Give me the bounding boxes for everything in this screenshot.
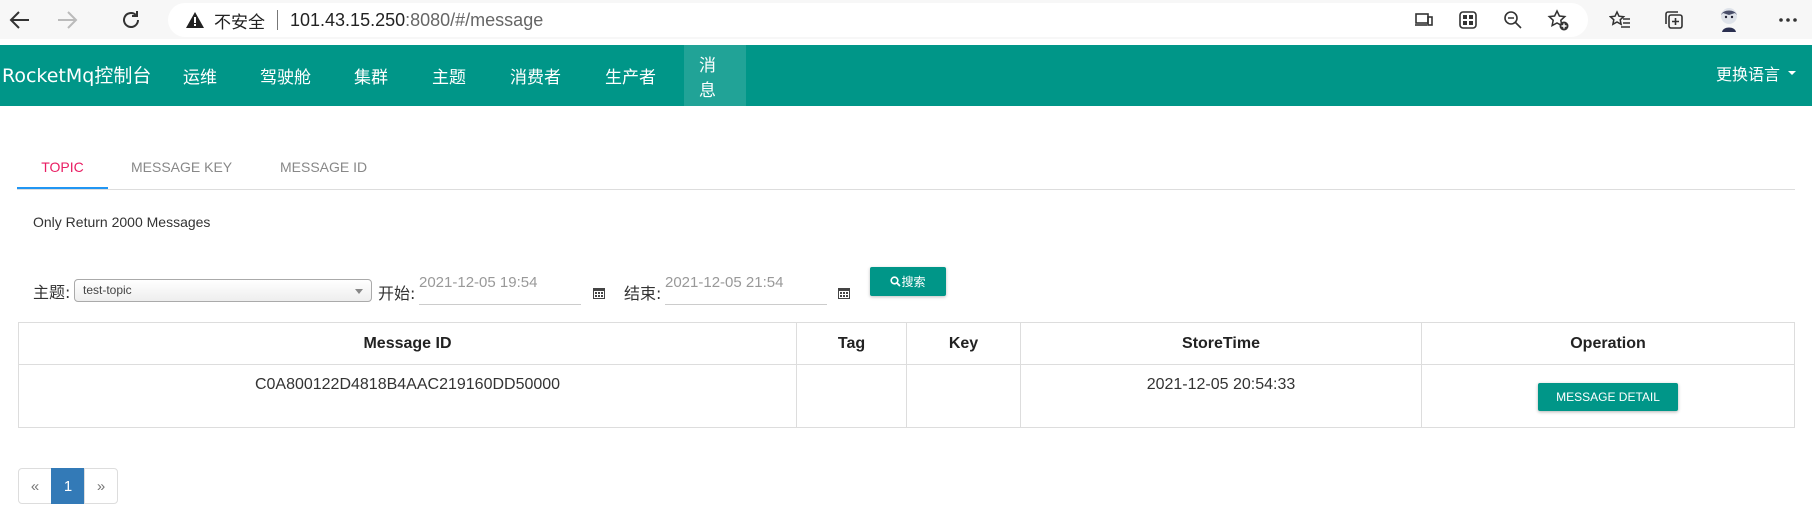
address-bar[interactable]: 不安全 101.43.15.250:8080/#/message	[168, 3, 1588, 37]
table-header-row: Message ID Tag Key StoreTime Operation	[18, 322, 1795, 365]
zoom-out-icon[interactable]	[1497, 4, 1529, 36]
apps-icon[interactable]	[1452, 4, 1484, 36]
topic-select-value: test-topic	[83, 283, 132, 297]
start-time-input[interactable]: 2021-12-05 19:54	[419, 268, 581, 305]
cell-operation: MESSAGE DETAIL	[1421, 364, 1795, 428]
more-menu-icon[interactable]	[1772, 4, 1804, 36]
cell-tag	[796, 364, 907, 428]
prev-page-button[interactable]: «	[18, 468, 52, 504]
address-divider	[277, 10, 278, 30]
browser-toolbar: 不安全 101.43.15.250:8080/#/message	[0, 0, 1812, 39]
url-host[interactable]: 101.43.15.250	[290, 10, 405, 31]
nav-item-cluster[interactable]: 集群	[339, 45, 403, 106]
language-label: 更换语言	[1715, 65, 1780, 84]
nav-item-topic[interactable]: 主题	[417, 45, 481, 106]
caret-down-icon	[1788, 71, 1796, 75]
calendar-icon[interactable]	[592, 286, 606, 300]
tab-topic[interactable]: TOPIC	[17, 146, 108, 189]
cell-message-id: C0A800122D4818B4AAC219160DD50000	[18, 364, 797, 428]
search-button[interactable]: 搜索	[870, 267, 946, 296]
search-form: 主题: test-topic 开始: 2021-12-05 19:54 结束: …	[33, 267, 1033, 308]
device-icon[interactable]	[1408, 4, 1440, 36]
start-label: 开始:	[378, 284, 416, 303]
profile-avatar-icon[interactable]	[1713, 4, 1745, 36]
col-operation: Operation	[1421, 322, 1795, 365]
pagination: « 1 »	[18, 468, 118, 504]
add-favorite-icon[interactable]	[1542, 4, 1574, 36]
nav-item-consumer[interactable]: 消费者	[495, 45, 576, 106]
refresh-icon[interactable]	[115, 4, 147, 36]
nav-item-producer[interactable]: 生产者	[590, 45, 671, 106]
topic-label: 主题:	[33, 283, 71, 302]
warning-icon[interactable]	[184, 9, 206, 31]
favorites-icon[interactable]	[1604, 4, 1636, 36]
table-row: C0A800122D4818B4AAC219160DD50000 2021-12…	[18, 364, 1795, 428]
col-store-time: StoreTime	[1020, 322, 1422, 365]
brand-title[interactable]: RocketMq控制台	[2, 61, 151, 88]
cell-key	[906, 364, 1021, 428]
back-arrow-icon[interactable]	[4, 4, 36, 36]
end-label: 结束:	[624, 284, 662, 303]
message-table: Message ID Tag Key StoreTime Operation C…	[18, 322, 1795, 428]
nav-item-message[interactable]: 消息	[684, 45, 746, 106]
nav-item-dashboard[interactable]: 驾驶舱	[245, 45, 326, 106]
app-navbar: RocketMq控制台 运维 驾驶舱 集群 主题 消费者 生产者 消息 更换语言	[0, 45, 1812, 106]
col-message-id: Message ID	[18, 322, 797, 365]
language-switcher[interactable]: 更换语言	[1716, 61, 1796, 85]
end-time-input[interactable]: 2021-12-05 21:54	[665, 268, 827, 305]
result-limit-notice: Only Return 2000 Messages	[33, 214, 211, 230]
message-detail-button[interactable]: MESSAGE DETAIL	[1538, 383, 1678, 411]
search-icon	[890, 276, 902, 287]
search-mode-tabs: TOPIC MESSAGE KEY MESSAGE ID	[17, 146, 1795, 190]
calendar-icon[interactable]	[837, 286, 851, 300]
search-button-label: 搜索	[901, 275, 926, 289]
nav-item-ops[interactable]: 运维	[168, 45, 232, 106]
cell-store-time: 2021-12-05 20:54:33	[1020, 364, 1422, 428]
url-path[interactable]: :8080/#/message	[405, 10, 543, 31]
next-page-button[interactable]: »	[84, 468, 118, 504]
page-1-button[interactable]: 1	[51, 468, 85, 504]
dropdown-arrow-icon	[355, 289, 363, 294]
tab-message-key[interactable]: MESSAGE KEY	[131, 146, 232, 188]
topic-select[interactable]: test-topic	[74, 279, 372, 302]
tab-message-id[interactable]: MESSAGE ID	[280, 146, 367, 188]
collections-icon[interactable]	[1658, 4, 1690, 36]
forward-arrow-icon[interactable]	[51, 4, 83, 36]
col-tag: Tag	[796, 322, 907, 365]
col-key: Key	[906, 322, 1021, 365]
insecure-label[interactable]: 不安全	[214, 8, 265, 33]
